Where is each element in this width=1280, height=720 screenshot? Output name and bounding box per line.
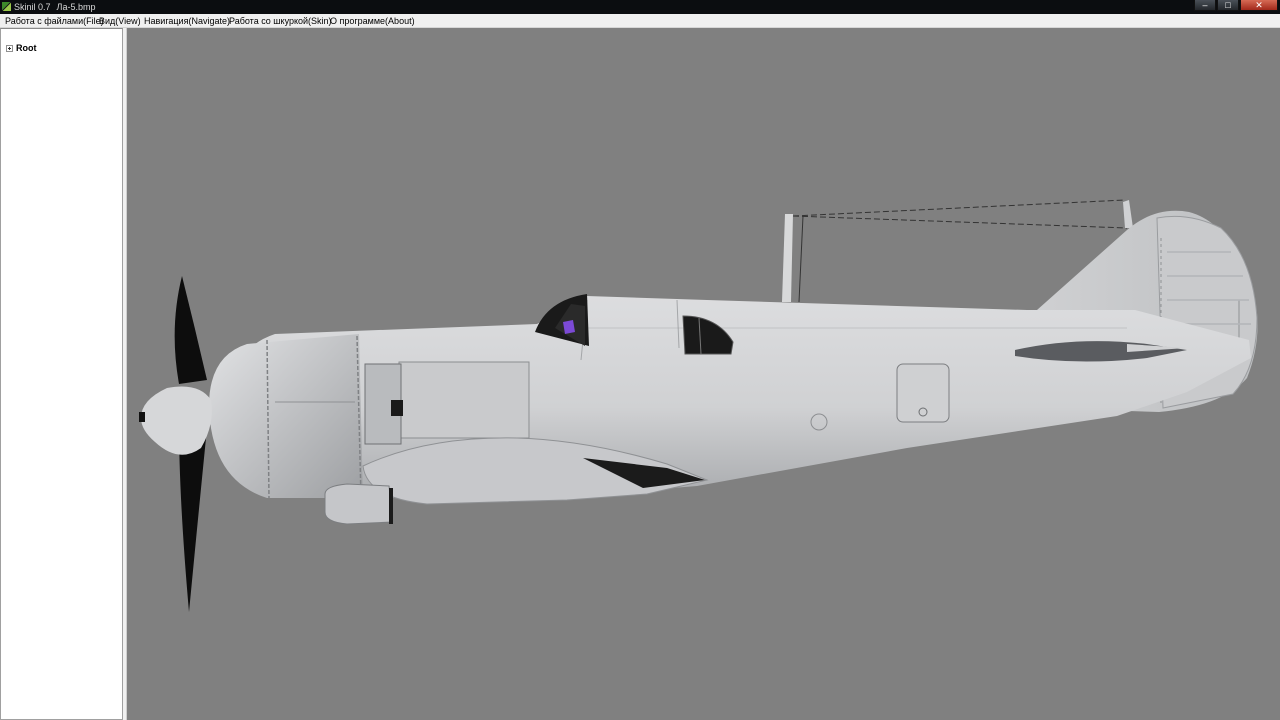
tree-node-label: Root [16, 43, 37, 53]
window-title: Skinil 0.7 Ла-5.bmp [14, 0, 95, 14]
menu-view[interactable]: Вид(View) [98, 14, 142, 28]
maximize-button[interactable]: □ [1217, 0, 1239, 11]
file-name: Ла-5.bmp [56, 2, 96, 12]
menu-skin[interactable]: Работа со шкуркой(Skin) [228, 14, 333, 28]
close-button[interactable]: ✕ [1240, 0, 1278, 11]
close-icon: ✕ [1255, 0, 1263, 10]
minimize-icon: – [1202, 0, 1208, 10]
menu-about[interactable]: О программе(About) [329, 14, 416, 28]
3d-viewport[interactable] [127, 28, 1280, 720]
expand-icon[interactable] [6, 44, 13, 52]
propeller [139, 276, 212, 612]
maximize-icon: □ [1225, 0, 1231, 10]
tree-panel[interactable]: Root [0, 28, 123, 720]
minimize-button[interactable]: – [1194, 0, 1216, 11]
title-bar: Skinil 0.7 Ла-5.bmp – □ ✕ [0, 0, 1280, 14]
window-controls: – □ ✕ [1193, 0, 1278, 12]
app-icon [2, 2, 11, 11]
tree-node-root[interactable]: Root [6, 43, 37, 53]
app-name: Skinil 0.7 [14, 2, 51, 12]
menu-bar: Работа с файлами(File) Вид(View) Навигац… [0, 14, 1280, 28]
menu-navigate[interactable]: Навигация(Navigate) [143, 14, 231, 28]
aircraft-render [139, 199, 1258, 612]
menu-file[interactable]: Работа с файлами(File) [4, 14, 105, 28]
